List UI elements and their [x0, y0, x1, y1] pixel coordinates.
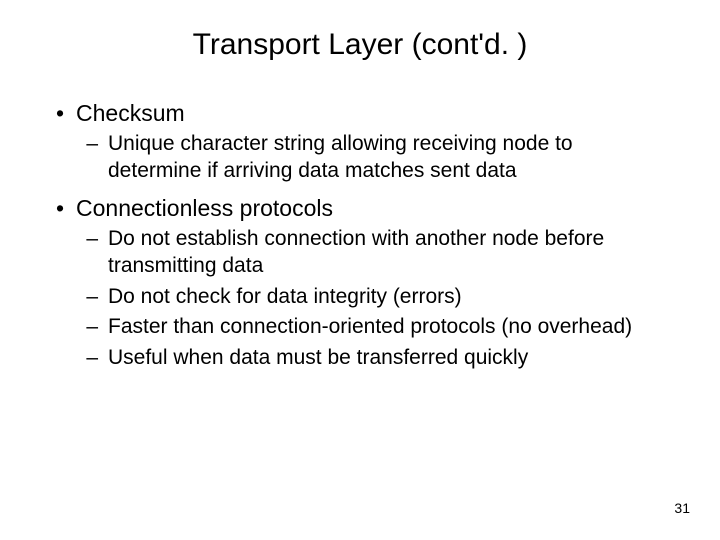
sub-bullet-text: Do not check for data integrity (errors)	[108, 284, 670, 311]
dash-marker: –	[50, 131, 108, 158]
list-item: • Checksum – Unique character string all…	[50, 100, 670, 185]
sub-bullet-text: Do not establish connection with another…	[108, 226, 670, 280]
sub-bullet-text: Faster than connection-oriented protocol…	[108, 314, 670, 341]
bullet-text: Connectionless protocols	[76, 195, 670, 222]
bullet-marker: •	[50, 195, 76, 222]
list-item: – Faster than connection-oriented protoc…	[50, 314, 670, 341]
sub-list: – Unique character string allowing recei…	[50, 131, 670, 185]
sub-bullet-text: Unique character string allowing receivi…	[108, 131, 670, 185]
list-item: – Do not check for data integrity (error…	[50, 284, 670, 311]
dash-marker: –	[50, 314, 108, 341]
dash-marker: –	[50, 226, 108, 253]
dash-marker: –	[50, 284, 108, 311]
list-item: • Connectionless protocols – Do not esta…	[50, 195, 670, 372]
dash-marker: –	[50, 345, 108, 372]
slide-title: Transport Layer (cont'd. )	[50, 28, 670, 62]
page-number: 31	[674, 500, 690, 516]
list-item: – Unique character string allowing recei…	[50, 131, 670, 185]
bullet-text: Checksum	[76, 100, 670, 127]
sub-list: – Do not establish connection with anoth…	[50, 226, 670, 372]
list-item: – Useful when data must be transferred q…	[50, 345, 670, 372]
list-item: – Do not establish connection with anoth…	[50, 226, 670, 280]
bullet-list: • Checksum – Unique character string all…	[50, 100, 670, 372]
slide: Transport Layer (cont'd. ) • Checksum – …	[0, 0, 720, 540]
sub-bullet-text: Useful when data must be transferred qui…	[108, 345, 670, 372]
bullet-marker: •	[50, 100, 76, 127]
